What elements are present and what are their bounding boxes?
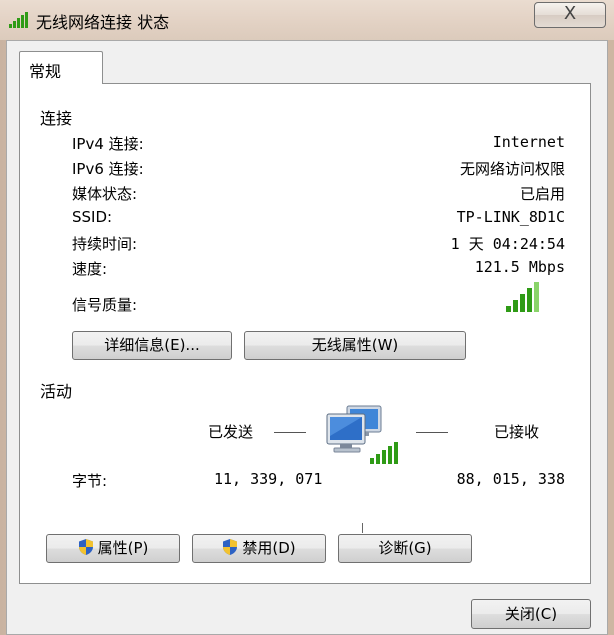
network-computers-icon	[326, 405, 398, 464]
duration-label: 持续时间:	[72, 235, 138, 253]
uac-shield-icon	[78, 539, 93, 555]
signal-quality-label: 信号质量:	[72, 296, 138, 314]
title-bar: 无线网络连接 状态 X	[0, 0, 614, 40]
ipv6-label: IPv6 连接:	[72, 160, 144, 178]
close-button-label: 关闭(C)	[504, 605, 558, 623]
speed-label: 速度:	[72, 260, 108, 278]
speed-value: 121.5 Mbps	[474, 258, 565, 276]
close-button[interactable]: 关闭(C)	[471, 599, 591, 629]
media-state-label: 媒体状态:	[72, 185, 138, 203]
signal-bar-2	[513, 300, 518, 312]
properties-button-label: 属性(P)	[97, 539, 149, 557]
properties-button[interactable]: 属性(P)	[46, 534, 180, 563]
tab-panel-general: 连接 IPv4 连接: Internet IPv6 连接: 无网络访问权限 媒体…	[19, 83, 591, 584]
bytes-label: 字节:	[72, 472, 108, 490]
diagnose-button-label: 诊断(G)	[378, 539, 432, 557]
sent-connector-line	[274, 432, 306, 433]
received-label: 已接收	[494, 423, 540, 441]
connection-heading: 连接	[40, 109, 73, 128]
signal-bar-5	[534, 282, 539, 312]
window-title: 无线网络连接 状态	[36, 13, 170, 32]
uac-shield-icon	[223, 539, 238, 555]
close-icon: X	[563, 3, 577, 24]
ipv4-value: Internet	[492, 133, 565, 151]
disable-button[interactable]: 禁用(D)	[192, 534, 326, 563]
activity-divider	[114, 389, 576, 390]
signal-bar-1	[506, 306, 511, 312]
ipv4-label: IPv4 连接:	[72, 135, 144, 153]
diagnose-button[interactable]: 诊断(G)	[338, 534, 472, 563]
activity-heading: 活动	[40, 382, 73, 401]
duration-value: 1 天 04:24:54	[450, 235, 565, 253]
bytes-sent-value: 11, 339, 071	[214, 470, 323, 488]
wifi-signal-icon	[9, 12, 28, 28]
details-button-label: 详细信息(E)...	[104, 336, 200, 354]
received-connector-line	[416, 432, 448, 433]
disable-button-label: 禁用(D)	[242, 539, 296, 557]
signal-bar-3	[520, 294, 525, 312]
connection-divider	[136, 116, 576, 117]
wireless-properties-button[interactable]: 无线属性(W)	[244, 331, 466, 360]
dialog-client-area: 常规 连接 IPv4 连接: Internet IPv6 连接: 无网络访问权限…	[6, 40, 608, 635]
tab-general-label: 常规	[29, 62, 62, 81]
ipv6-value: 无网络访问权限	[459, 160, 565, 178]
tab-general[interactable]: 常规	[19, 51, 103, 84]
activity-indicator-tick	[362, 523, 363, 533]
sent-label: 已发送	[208, 423, 254, 441]
wireless-properties-button-label: 无线属性(W)	[311, 336, 399, 354]
bytes-received-value: 88, 015, 338	[456, 470, 565, 488]
ssid-label: SSID:	[72, 208, 113, 226]
window-close-button[interactable]: X	[534, 2, 606, 28]
signal-strength-meter	[506, 282, 539, 312]
media-state-value: 已启用	[519, 185, 565, 203]
details-button[interactable]: 详细信息(E)...	[72, 331, 232, 360]
signal-bar-4	[527, 288, 532, 312]
ssid-value: TP-LINK_8D1C	[456, 208, 565, 226]
